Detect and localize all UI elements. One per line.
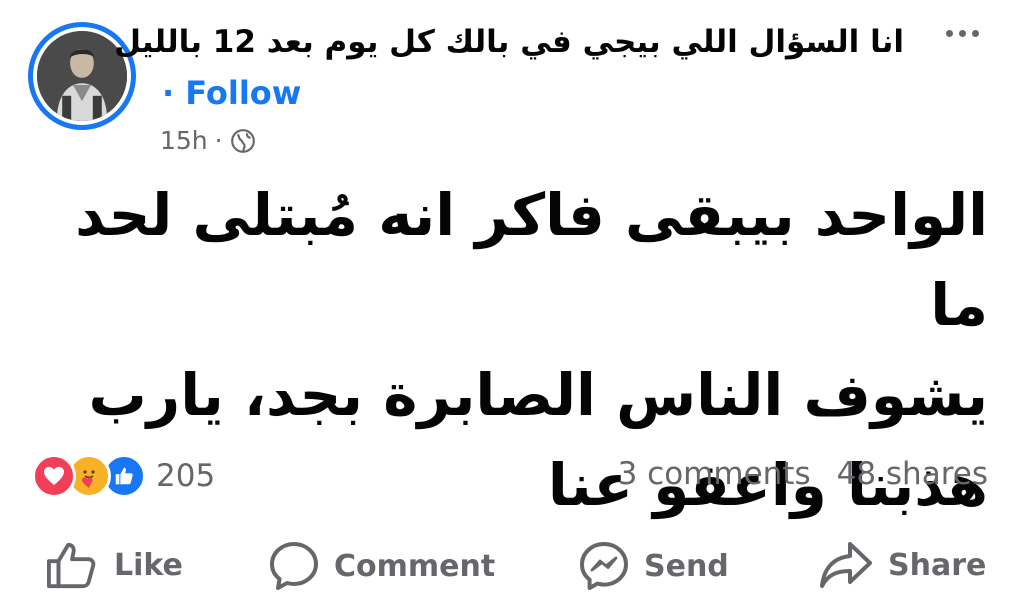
engagement-counts: 3 comments 48 shares xyxy=(618,456,988,492)
reactions-summary[interactable]: 205 xyxy=(32,454,215,498)
like-button[interactable]: Like xyxy=(44,540,183,590)
shares-count[interactable]: 48 shares xyxy=(837,456,988,492)
reaction-count: 205 xyxy=(156,458,216,494)
meta-separator: · xyxy=(214,126,223,155)
send-button[interactable]: Send xyxy=(578,540,729,592)
messenger-icon xyxy=(580,542,628,590)
comment-label: Comment xyxy=(334,548,496,584)
more-dot xyxy=(972,30,979,37)
more-dot xyxy=(959,30,966,37)
page-name[interactable]: انا السؤال اللي بيجي في بالك كل يوم بعد … xyxy=(114,24,904,60)
share-label: Share xyxy=(888,547,987,583)
comments-count[interactable]: 3 comments xyxy=(618,456,811,492)
love-reaction-icon xyxy=(32,454,76,498)
like-label: Like xyxy=(114,547,183,583)
share-button[interactable]: Share xyxy=(818,540,986,590)
follow-button[interactable]: · Follow xyxy=(162,74,301,112)
post-meta: 15h · xyxy=(160,126,256,155)
send-label: Send xyxy=(644,548,729,584)
share-arrow-icon xyxy=(820,542,872,588)
comment-button[interactable]: Comment xyxy=(268,540,495,592)
comment-bubble-icon xyxy=(270,542,318,590)
post-timestamp[interactable]: 15h xyxy=(160,126,208,155)
globe-icon[interactable] xyxy=(230,128,256,154)
thumbs-up-icon xyxy=(47,542,96,589)
more-options-icon[interactable] xyxy=(946,30,979,37)
more-dot xyxy=(946,30,953,37)
